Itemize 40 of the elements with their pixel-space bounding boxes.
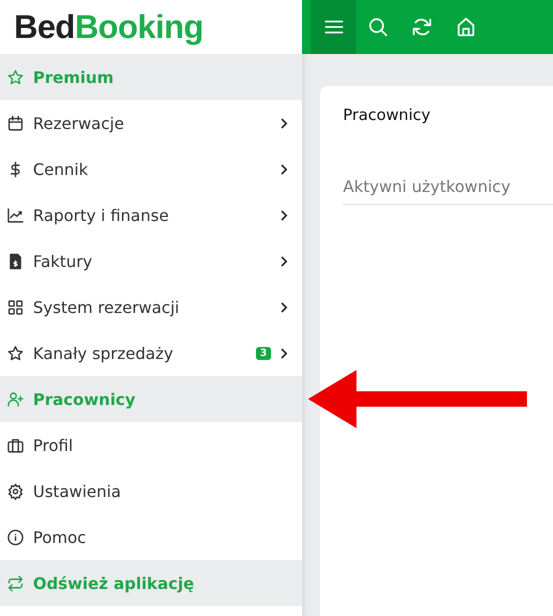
item-label: Rezerwacje (33, 114, 126, 132)
card-title: Pracownicy (343, 106, 432, 124)
tab[interactable]: Aktywni użytkownicy (343, 177, 510, 204)
item-label: Odśwież aplikację (33, 574, 196, 592)
item-label: Raporty i finanse (33, 206, 170, 224)
item-label: Cennik (33, 160, 90, 178)
refresh-icon (7, 574, 24, 592)
home-icon (455, 16, 477, 38)
item-label: Pomoc (33, 528, 88, 546)
item-label: Profil (33, 436, 74, 454)
item-label: Faktury (33, 252, 94, 270)
invoice-icon (7, 252, 24, 270)
sidebar-item[interactable]: Rezerwacje (0, 100, 302, 146)
user-plus-icon (7, 390, 24, 408)
star-icon (7, 344, 24, 362)
grid-icon (7, 298, 24, 316)
sidebar-item[interactable]: Faktury (0, 238, 302, 284)
item-label: Kanały sprzedaży (33, 344, 174, 362)
search-icon (367, 16, 389, 38)
gear-icon (7, 482, 24, 500)
sidebar-item[interactable]: Profil (0, 422, 302, 468)
sidebar-item[interactable]: Raporty i finanse (0, 192, 302, 238)
count-badge: 3 (256, 346, 271, 360)
chart-icon (7, 206, 24, 224)
item-label: Pracownicy (33, 390, 136, 408)
sidebar-item[interactable]: Cennik (0, 146, 302, 192)
briefcase-icon (7, 436, 24, 454)
item-label: Ustawienia (33, 482, 122, 500)
star-icon (7, 68, 24, 86)
item-label: Premium (33, 68, 115, 86)
sidebar-item[interactable]: Ustawienia (0, 468, 302, 514)
calendar-icon (7, 114, 24, 132)
logo: BedBooking (14, 8, 204, 46)
sidebar-item[interactable]: System rezerwacji (0, 284, 302, 330)
info-icon (7, 528, 24, 546)
sidebar-item[interactable]: Pomoc (0, 514, 302, 560)
item-label: System rezerwacji (33, 298, 180, 316)
refresh-icon (411, 16, 433, 38)
sidebar-item[interactable]: Kanały sprzedaży 3 (0, 330, 302, 376)
menu-button[interactable] (311, 0, 356, 54)
